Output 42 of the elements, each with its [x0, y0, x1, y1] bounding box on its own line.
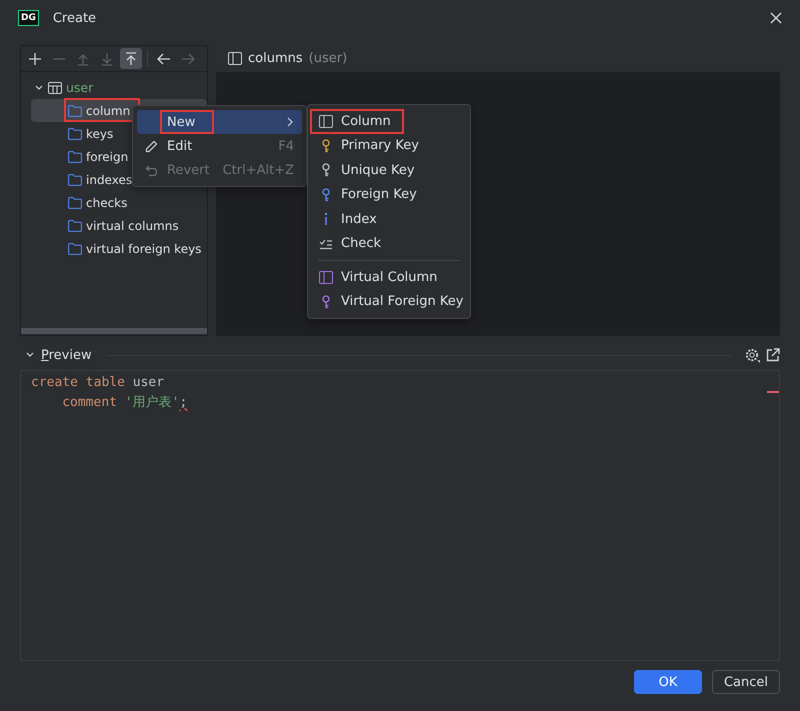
undo-icon [145, 164, 158, 176]
folder-icon [68, 128, 82, 140]
column-icon [228, 52, 242, 65]
code-editor[interactable]: create table user comment '用户表'; [20, 370, 780, 661]
ok-button[interactable]: OK [634, 670, 702, 694]
close-icon[interactable] [770, 12, 782, 24]
cancel-button[interactable]: Cancel [712, 670, 780, 694]
table-icon [48, 82, 62, 94]
menu-item[interactable]: Unique Key [308, 158, 470, 182]
panel-title: columns [248, 51, 303, 66]
move-top-icon[interactable] [120, 48, 142, 69]
folder-icon [68, 150, 82, 162]
menu-item[interactable]: Check [308, 232, 470, 256]
chevron-right-icon [286, 117, 294, 127]
menu-item[interactable]: Virtual Column [308, 265, 470, 290]
folder-icon [68, 196, 82, 208]
folder-icon [68, 104, 82, 116]
menu-item[interactable]: Virtual Foreign Key [308, 290, 470, 314]
external-link-icon[interactable] [766, 348, 780, 362]
panel-subtitle: (user) [308, 51, 348, 66]
table-name[interactable]: user [66, 80, 94, 95]
tree-item[interactable]: virtual columns [31, 214, 207, 237]
menu-item[interactable]: Column [308, 109, 470, 134]
menu-item[interactable]: Edit F4 [137, 134, 302, 158]
window-title: Create [52, 10, 96, 26]
app-logo: DG [18, 10, 39, 26]
code-line: create table user [31, 374, 166, 392]
menu-item[interactable]: New [137, 110, 302, 134]
folder-icon [68, 220, 82, 232]
menu-item[interactable]: Index [308, 207, 470, 232]
settings-icon[interactable] [745, 348, 760, 362]
scrollbar[interactable] [21, 328, 207, 334]
chevron-icon[interactable] [34, 82, 44, 92]
tree-item[interactable]: checks [31, 191, 207, 214]
section-title[interactable]: Preview [41, 348, 92, 362]
folder-icon [68, 242, 82, 254]
menu-item[interactable]: Primary Key [308, 134, 470, 158]
code-line: comment '用户表'; [61, 394, 188, 412]
pencil-icon [145, 140, 158, 152]
tree-item[interactable]: virtual foreign keys [31, 237, 207, 260]
menu-item[interactable]: Foreign Key [308, 182, 470, 207]
folder-icon [68, 174, 82, 186]
